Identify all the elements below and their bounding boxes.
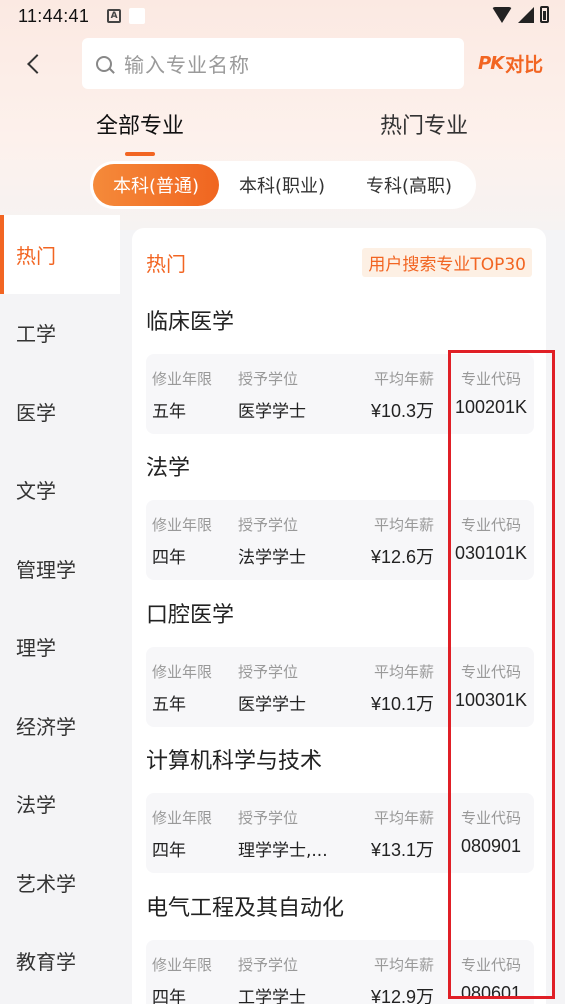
- salary-label: 平均年薪: [373, 956, 434, 974]
- category-sidebar: 热门 工学 医学 文学 管理学 理学 经济学 法学 艺术学 教育学: [0, 215, 120, 1004]
- sidebar-item-engineering[interactable]: 工学: [0, 294, 120, 373]
- degree-value: 理学学士,...: [238, 841, 328, 861]
- salary-label: 平均年薪: [373, 663, 434, 681]
- salary-value: ¥13.1万: [370, 840, 434, 860]
- major-name: 临床医学: [146, 310, 235, 335]
- degree-value: 工学学士: [238, 988, 306, 1004]
- sidebar-item-law[interactable]: 法学: [0, 765, 120, 844]
- years-label: 修业年限: [152, 516, 213, 534]
- sidebar-item-science[interactable]: 理学: [0, 608, 120, 687]
- salary-label: 平均年薪: [373, 370, 434, 388]
- years-value: 五年: [152, 695, 186, 715]
- wifi-icon: [492, 6, 512, 23]
- salary-label: 平均年薪: [373, 516, 434, 534]
- top30-badge: 用户搜索专业TOP30: [362, 248, 532, 277]
- signal-icon: [518, 6, 534, 23]
- degree-value: 法学学士: [238, 548, 306, 568]
- salary-value: ¥12.6万: [370, 547, 434, 567]
- years-value: 四年: [152, 988, 186, 1004]
- back-button[interactable]: [18, 48, 50, 80]
- tab-hot-majors[interactable]: 热门专业: [380, 108, 468, 140]
- active-tab-indicator: [125, 152, 155, 156]
- main-tabs: 全部专业 热门专业: [0, 108, 565, 156]
- search-input[interactable]: 输入专业名称: [82, 38, 464, 89]
- pk-compare-button[interactable]: PK 对比: [478, 50, 543, 77]
- years-value: 四年: [152, 548, 186, 568]
- salary-value: ¥12.9万: [370, 987, 434, 1004]
- notification-square-icon: [129, 8, 146, 24]
- degree-value: 医学学士: [238, 402, 306, 422]
- major-code-highlight-box: [448, 350, 555, 999]
- search-icon: [96, 55, 112, 72]
- degree-label: 授予学位: [238, 516, 299, 534]
- years-label: 修业年限: [152, 370, 213, 388]
- years-value: 四年: [152, 841, 186, 861]
- chevron-left-icon: [27, 54, 47, 74]
- status-bar: 11:44:41 A: [0, 0, 565, 32]
- search-placeholder: 输入专业名称: [124, 53, 250, 77]
- status-icons: [492, 6, 549, 23]
- years-label: 修业年限: [152, 809, 213, 827]
- pk-icon: PK: [478, 53, 504, 74]
- sidebar-item-medicine[interactable]: 医学: [0, 372, 120, 451]
- years-value: 五年: [152, 402, 186, 422]
- battery-icon: [540, 6, 549, 23]
- subtab-undergrad-vocational[interactable]: 本科(职业): [219, 164, 345, 206]
- salary-label: 平均年薪: [373, 809, 434, 827]
- salary-value: ¥10.1万: [370, 694, 434, 714]
- degree-value: 医学学士: [238, 695, 306, 715]
- degree-label: 授予学位: [238, 956, 299, 974]
- degree-label: 授予学位: [238, 663, 299, 681]
- top-header: 输入专业名称 PK 对比: [0, 38, 565, 90]
- tab-all-majors-label: 全部专业: [96, 114, 185, 139]
- section-title: 热门: [146, 252, 186, 276]
- years-label: 修业年限: [152, 956, 213, 974]
- subtab-junior-college[interactable]: 专科(高职): [345, 164, 473, 206]
- sidebar-item-art[interactable]: 艺术学: [0, 843, 120, 922]
- sidebar-item-hot[interactable]: 热门: [0, 215, 120, 294]
- sidebar-item-management[interactable]: 管理学: [0, 529, 120, 608]
- degree-label: 授予学位: [238, 370, 299, 388]
- tab-all-majors[interactable]: 全部专业: [96, 108, 185, 156]
- salary-value: ¥10.3万: [370, 401, 434, 421]
- degree-label: 授予学位: [238, 809, 299, 827]
- years-label: 修业年限: [152, 663, 213, 681]
- sidebar-item-education[interactable]: 教育学: [0, 922, 120, 1001]
- sidebar-item-economics[interactable]: 经济学: [0, 686, 120, 765]
- sidebar-item-literature[interactable]: 文学: [0, 451, 120, 530]
- status-time: 11:44:41: [18, 5, 90, 26]
- notification-a-icon: A: [107, 9, 122, 23]
- tab-hot-majors-label: 热门专业: [380, 114, 469, 139]
- degree-type-tabs: 本科(普通) 本科(职业) 专科(高职): [90, 161, 476, 209]
- subtab-undergrad-regular[interactable]: 本科(普通): [93, 164, 219, 206]
- pk-compare-label: 对比: [505, 54, 544, 76]
